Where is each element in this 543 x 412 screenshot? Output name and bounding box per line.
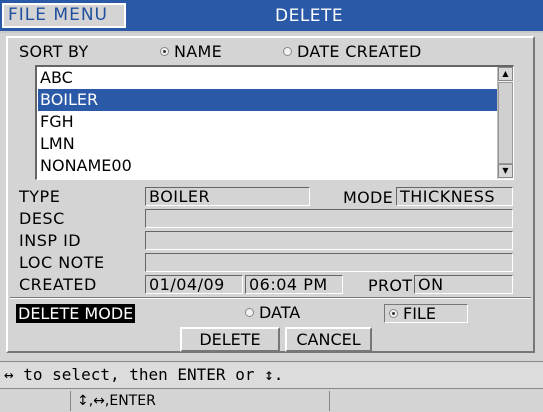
file-list-item[interactable]: NONAME00 xyxy=(38,155,498,177)
delete-button[interactable]: DELETE xyxy=(180,327,280,352)
created-label: CREATED xyxy=(19,275,97,294)
scroll-up-arrow-icon[interactable]: ▲ xyxy=(498,67,513,81)
insp-id-field xyxy=(145,231,513,250)
scrollbar-thumb[interactable] xyxy=(498,82,513,164)
title-bar: FILE MENU DELETE xyxy=(0,0,543,33)
file-list-item-selected[interactable]: BOILER xyxy=(38,89,498,111)
cancel-button[interactable]: CANCEL xyxy=(285,327,372,352)
status-bar: ↕,↔,ENTER xyxy=(0,388,543,412)
section-divider xyxy=(10,297,531,299)
file-list-scrollbar[interactable]: ▲ ▼ xyxy=(497,67,513,179)
prot-field: ON xyxy=(414,275,513,294)
loc-note-label: LOC NOTE xyxy=(19,253,105,272)
created-time-field: 06:04 PM xyxy=(245,275,343,294)
file-list[interactable]: ABC BOILER FGH LMN NONAME00 ▲ ▼ xyxy=(35,65,514,180)
loc-note-field xyxy=(145,253,513,272)
help-text: ↔ to select, then ENTER or ↕. xyxy=(0,361,543,388)
sort-option-name: NAME xyxy=(174,42,223,61)
sort-by-date-radio[interactable]: DATE CREATED xyxy=(283,42,422,61)
type-field: BOILER xyxy=(145,187,310,206)
delete-mode-option-file: FILE xyxy=(403,304,436,323)
delete-mode-option-data: DATA xyxy=(259,303,301,322)
desc-label: DESC xyxy=(19,209,65,228)
file-menu-button[interactable]: FILE MENU xyxy=(2,3,126,28)
radio-selected-icon xyxy=(160,47,169,56)
file-list-item[interactable]: LMN xyxy=(38,133,498,155)
mode-field: THICKNESS xyxy=(396,187,513,206)
delete-mode-data-radio[interactable]: DATA xyxy=(241,304,304,323)
radio-unselected-icon xyxy=(245,308,254,317)
key-hint: ↕,↔,ENTER xyxy=(70,391,330,411)
sort-option-date: DATE CREATED xyxy=(297,42,422,61)
file-list-item[interactable]: FGH xyxy=(38,111,498,133)
window-title: DELETE xyxy=(275,6,344,26)
created-date-field: 01/04/09 xyxy=(145,275,243,294)
desc-field xyxy=(145,209,513,228)
file-list-item[interactable]: ABC xyxy=(38,67,498,89)
sort-by-label: SORT BY xyxy=(19,42,89,61)
type-label: TYPE xyxy=(19,187,61,206)
delete-mode-file-radio[interactable]: FILE xyxy=(384,304,468,323)
scroll-down-arrow-icon[interactable]: ▼ xyxy=(498,164,513,178)
delete-mode-label: DELETE MODE xyxy=(16,304,136,323)
prot-label: PROT xyxy=(368,276,413,295)
radio-unselected-icon xyxy=(283,47,292,56)
radio-selected-icon xyxy=(389,309,398,318)
sort-by-name-radio[interactable]: NAME xyxy=(160,42,222,61)
mode-label: MODE xyxy=(343,188,394,207)
insp-id-label: INSP ID xyxy=(19,231,82,250)
